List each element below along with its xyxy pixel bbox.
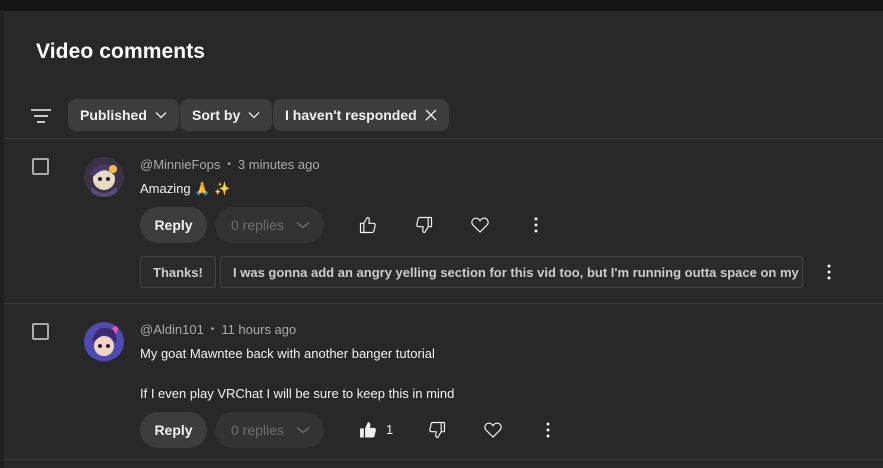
comment-author[interactable]: @MinnieFops xyxy=(140,157,220,172)
chip-label: Published xyxy=(80,107,147,123)
heart-icon xyxy=(471,217,489,233)
published-filter-chip[interactable]: Published xyxy=(68,99,179,131)
comment-select-checkbox[interactable] xyxy=(32,158,49,175)
comment-text: If I even play VRChat I will be sure to … xyxy=(140,386,455,401)
more-vertical-icon xyxy=(546,422,550,438)
dislike-button[interactable] xyxy=(425,418,449,442)
chevron-down-icon xyxy=(296,427,310,434)
thumbs-up-filled-icon xyxy=(360,422,376,438)
replies-count-label: 0 replies xyxy=(231,217,284,233)
more-actions-button[interactable] xyxy=(536,418,560,442)
divider xyxy=(4,138,883,139)
replies-toggle[interactable]: 0 replies xyxy=(215,412,324,448)
comment-author[interactable]: @Aldin101 xyxy=(140,322,204,337)
replies-toggle[interactable]: 0 replies xyxy=(215,207,324,243)
thumbs-down-icon xyxy=(429,421,446,439)
comment-meta: @MinnieFops • 3 minutes ago xyxy=(140,157,320,172)
like-button[interactable] xyxy=(356,213,380,237)
more-actions-button[interactable] xyxy=(524,213,548,237)
quick-reply-label: Thanks! xyxy=(153,264,203,280)
page-title: Video comments xyxy=(36,40,206,63)
replies-count-label: 0 replies xyxy=(231,422,284,438)
comment-timestamp[interactable]: 11 hours ago xyxy=(221,322,296,337)
quick-reply-label: I was gonna add an angry yelling section… xyxy=(233,264,803,280)
like-count: 1 xyxy=(386,422,394,437)
more-vertical-icon xyxy=(827,264,831,280)
filter-icon[interactable] xyxy=(30,106,52,126)
chip-label: I haven't responded xyxy=(285,107,417,123)
separator-dot: • xyxy=(210,324,215,335)
chevron-down-icon xyxy=(155,112,167,119)
heart-button[interactable] xyxy=(481,418,505,442)
separator-dot: • xyxy=(227,159,231,170)
like-button[interactable] xyxy=(356,418,380,442)
avatar[interactable] xyxy=(84,322,124,362)
top-bar xyxy=(0,0,883,12)
more-vertical-icon xyxy=(534,217,538,233)
chevron-down-icon xyxy=(296,222,310,229)
avatar[interactable] xyxy=(84,157,124,197)
comments-panel: Video comments Published Sort by I haven… xyxy=(4,12,883,468)
thumbs-up-icon xyxy=(359,216,376,234)
divider xyxy=(4,459,883,460)
reply-button[interactable]: Reply xyxy=(140,412,207,448)
comment-text: My goat Mawntee back with another banger… xyxy=(140,346,435,361)
divider xyxy=(4,303,883,304)
reply-button-label: Reply xyxy=(154,422,193,438)
chip-label: Sort by xyxy=(192,107,241,123)
heart-icon xyxy=(484,422,502,438)
reply-button[interactable]: Reply xyxy=(140,207,207,243)
reply-button-label: Reply xyxy=(154,217,193,233)
comment-select-checkbox[interactable] xyxy=(32,323,49,340)
comment-meta: @Aldin101 • 11 hours ago xyxy=(140,322,296,337)
quick-reply-more-button[interactable] xyxy=(817,260,841,284)
not-responded-filter-chip[interactable]: I haven't responded xyxy=(273,99,449,131)
comment-text: Amazing 🙏 ✨ xyxy=(140,181,231,196)
heart-button[interactable] xyxy=(468,213,492,237)
quick-reply-suggestion[interactable]: Thanks! xyxy=(140,256,216,288)
thumbs-down-icon xyxy=(416,216,433,234)
chevron-down-icon xyxy=(248,112,260,119)
dislike-button[interactable] xyxy=(412,213,436,237)
comment-timestamp[interactable]: 3 minutes ago xyxy=(238,157,320,172)
close-icon[interactable] xyxy=(425,109,437,121)
quick-reply-suggestion[interactable]: I was gonna add an angry yelling section… xyxy=(220,256,803,288)
sort-by-chip[interactable]: Sort by xyxy=(180,99,273,131)
